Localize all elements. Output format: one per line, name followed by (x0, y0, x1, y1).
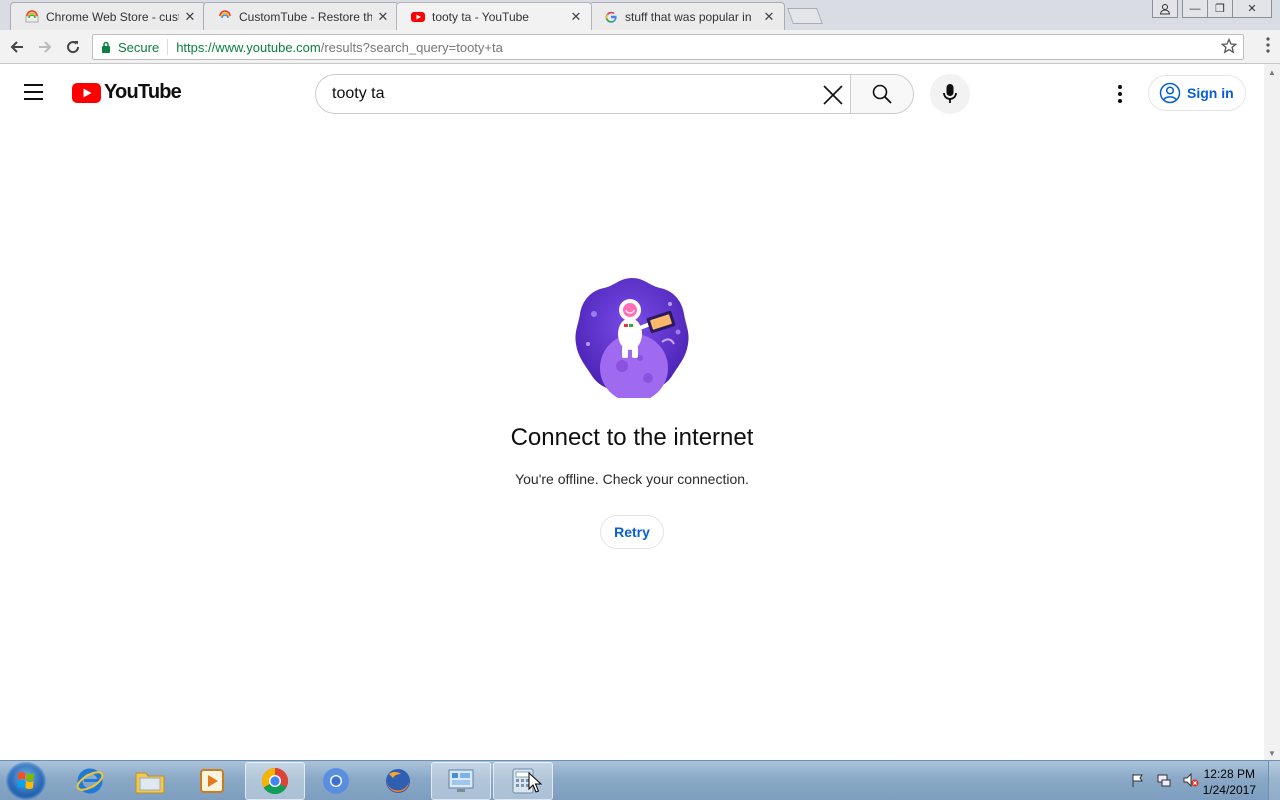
taskbar-clock[interactable]: 12:28 PM 1/24/2017 (1203, 766, 1256, 798)
url-scheme: https:// (176, 39, 216, 55)
windows-taskbar: 12:28 PM 1/24/2017 (0, 760, 1280, 800)
voice-search-button[interactable] (930, 74, 970, 114)
tab-title: CustomTube - Restore the (239, 9, 372, 24)
lock-icon (102, 41, 110, 53)
account-circle-icon (1159, 82, 1181, 104)
vertical-scrollbar[interactable]: ▲ ▼ (1264, 64, 1280, 760)
mouse-cursor-icon (528, 772, 542, 793)
forward-button[interactable] (34, 36, 56, 58)
profile-icon[interactable] (1152, 0, 1178, 18)
chrome-icon (261, 767, 289, 795)
offline-subtitle: You're offline. Check your connection. (515, 471, 749, 487)
youtube-logo[interactable]: YouTube (72, 81, 182, 104)
google-icon (605, 11, 617, 23)
clear-search-icon[interactable] (820, 82, 846, 108)
new-tab-button[interactable] (787, 8, 823, 24)
taskbar-google-chrome[interactable] (245, 762, 305, 800)
taskbar-chromium[interactable] (306, 762, 366, 800)
tab-customtube[interactable]: CustomTube - Restore the ✕ (203, 2, 399, 30)
url-path: /results?search_query=tooty+ta (320, 39, 503, 55)
taskbar-file-explorer[interactable] (120, 762, 180, 800)
search-input[interactable]: tooty ta (315, 74, 851, 114)
taskbar-internet-explorer[interactable] (60, 762, 120, 800)
url-host: www.youtube.com (215, 39, 321, 55)
forward-arrow-icon (39, 41, 52, 53)
firefox-icon (386, 769, 410, 793)
address-bar[interactable]: Secure https://www.youtube.com/results?s… (92, 34, 1244, 60)
tab-close-icon[interactable]: ✕ (376, 9, 390, 25)
folder-icon (135, 772, 165, 794)
taskbar-control-panel[interactable] (431, 762, 491, 800)
tab-google-search[interactable]: stuff that was popular in ✕ (589, 2, 785, 30)
search-query-text: tooty ta (332, 85, 385, 102)
secure-indicator[interactable]: Secure (93, 39, 169, 55)
search-button[interactable] (850, 74, 914, 114)
tab-title: stuff that was popular in (625, 9, 752, 24)
secure-label: Secure (118, 39, 160, 55)
network-icon[interactable] (1156, 772, 1172, 788)
internet-explorer-icon (76, 768, 104, 794)
show-desktop-button[interactable] (1268, 761, 1280, 800)
search-icon (872, 84, 892, 104)
volume-muted-icon[interactable] (1182, 772, 1200, 788)
taskbar-media-player[interactable] (182, 762, 242, 800)
microphone-icon (943, 84, 957, 103)
youtube-play-icon (72, 82, 101, 103)
url-text[interactable]: https://www.youtube.com/results?search_q… (168, 40, 503, 55)
youtube-header: YouTube tooty ta Sign in (0, 64, 1264, 122)
browser-toolbar: Secure https://www.youtube.com/results?s… (0, 30, 1280, 64)
clock-time: 12:28 PM (1203, 767, 1255, 781)
minimize-window-button[interactable]: — (1182, 0, 1208, 18)
bookmark-star-icon[interactable] (1220, 37, 1238, 57)
reload-icon (67, 41, 80, 54)
astronaut-illustration (575, 278, 689, 398)
taskbar-calculator[interactable] (493, 762, 553, 800)
chromium-icon (323, 768, 349, 794)
action-center-flag-icon[interactable] (1130, 772, 1146, 788)
media-player-icon (200, 769, 224, 793)
control-panel-icon (448, 769, 474, 792)
sign-in-label: Sign in (1187, 85, 1234, 101)
reload-button[interactable] (62, 36, 84, 58)
restore-window-button[interactable]: ❐ (1207, 0, 1233, 18)
scroll-up-arrow-icon[interactable]: ▲ (1268, 68, 1276, 77)
start-button[interactable] (6, 762, 46, 800)
retry-button[interactable]: Retry (600, 515, 664, 549)
back-button[interactable] (6, 36, 28, 58)
tab-chrome-web-store[interactable]: Chrome Web Store - custo ✕ (10, 2, 206, 30)
offline-title: Connect to the internet (510, 424, 754, 451)
clock-date: 1/24/2017 (1202, 783, 1256, 797)
guide-menu-icon[interactable] (24, 84, 48, 102)
youtube-wordmark: YouTube (104, 81, 182, 103)
chrome-web-store-icon (25, 9, 39, 22)
tab-title: tooty ta - YouTube (432, 9, 529, 24)
scroll-down-arrow-icon[interactable]: ▼ (1268, 749, 1276, 758)
tab-close-icon[interactable]: ✕ (762, 9, 776, 25)
tab-youtube[interactable]: tooty ta - YouTube ✕ (396, 2, 592, 30)
tab-close-icon[interactable]: ✕ (183, 9, 197, 25)
youtube-favicon-icon (411, 11, 425, 22)
tab-title: Chrome Web Store - custo (46, 9, 179, 24)
tab-close-icon[interactable]: ✕ (569, 9, 583, 25)
customtube-icon (219, 9, 231, 18)
browser-tab-strip: Chrome Web Store - custo ✕ CustomTube - … (0, 0, 1280, 30)
windows-logo-icon (17, 772, 34, 789)
taskbar-firefox[interactable] (368, 762, 428, 800)
settings-more-icon[interactable] (1108, 82, 1132, 106)
back-arrow-icon (10, 41, 23, 53)
close-window-button[interactable]: ✕ (1232, 0, 1272, 18)
offline-message: Connect to the internet You're offline. … (0, 274, 1264, 549)
sign-in-button[interactable]: Sign in (1148, 75, 1246, 111)
chrome-menu-icon[interactable] (1266, 37, 1270, 58)
system-tray (1130, 772, 1200, 788)
